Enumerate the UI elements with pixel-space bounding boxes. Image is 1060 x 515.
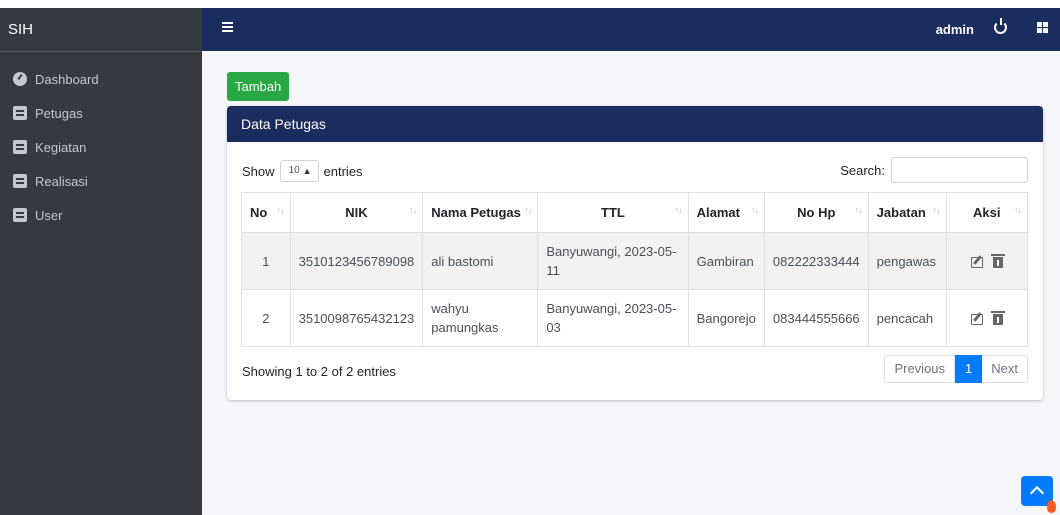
sidebar-nav: Dashboard Petugas Kegiatan Realisasi Use… [0,52,202,232]
cell-nama: ali bastomi [422,232,539,290]
column-header-aksi[interactable]: Aksi ↑↓ [945,192,1029,233]
sidebar: SIH Dashboard Petugas Kegiatan Realisasi… [0,8,202,515]
document-icon [13,140,27,154]
dashboard-icon [13,72,27,86]
grid-icon[interactable] [1037,22,1048,33]
sidebar-item-realisasi[interactable]: Realisasi [0,164,202,198]
trash-icon[interactable] [990,253,1005,268]
edit-icon[interactable] [970,313,983,325]
cell-ttl: Banyuwangi, 2023-05-11 [537,232,689,290]
column-header-ttl[interactable]: TTL ↑↓ [537,192,689,233]
table-controls: Show 10 ▲ entries Search: [227,142,1043,192]
sort-icon: ↑↓ [524,205,532,215]
table-header-row: No ↑↓ NIK ↑↓ Nama Petugas ↑↓ TTL ↑↓ Alamat ↑↓… [241,192,1029,233]
cell-no: 2 [241,289,291,347]
sidebar-item-label: Petugas [35,105,83,121]
table-row: 2 3510098765432123 wahyu pamungkas Banyu… [241,289,1029,347]
brand-logo[interactable]: SIH [0,8,202,52]
length-control: Show 10 ▲ entries [242,160,363,182]
entries-select-value: 10 [288,165,300,176]
entries-select[interactable]: 10 ▲ [279,160,319,182]
cell-ttl: Banyuwangi, 2023-05-03 [537,289,689,347]
page-1-button[interactable]: 1 [955,355,983,383]
sidebar-item-kegiatan[interactable]: Kegiatan [0,130,202,164]
table-info: Showing 1 to 2 of 2 entries [242,364,396,379]
sort-icon: ↑↓ [854,205,863,215]
column-header-alamat[interactable]: Alamat ↑↓ [687,192,765,233]
add-button[interactable]: Tambah [227,72,290,101]
document-icon [13,106,27,120]
menu-icon[interactable] [222,22,233,32]
flame-icon [1047,500,1056,513]
search-label: Search: [840,162,885,178]
petugas-table: No ↑↓ NIK ↑↓ Nama Petugas ↑↓ TTL ↑↓ Alamat ↑↓… [241,192,1029,347]
cell-alamat: Gambiran [687,232,765,290]
select-caret-icon: ▲ [302,166,312,176]
sort-icon: ↑↓ [750,205,759,215]
column-header-no[interactable]: No ↑↓ [241,192,291,233]
cell-jabatan: pencacah [867,289,947,347]
data-card: Data Petugas Show 10 ▲ entries Search: N… [227,106,1043,400]
edit-icon[interactable] [970,256,983,268]
pagination: Previous 1 Next [884,355,1028,383]
sidebar-item-label: Dashboard [35,71,99,87]
sort-icon: ↑↓ [1014,205,1022,215]
trash-icon[interactable] [990,310,1005,325]
table-row: 1 3510123456789098 ali bastomi Banyuwang… [241,232,1029,290]
sidebar-item-label: User [35,207,63,223]
entries-label: entries [323,163,363,179]
cell-nik: 3510123456789098 [289,232,424,290]
sort-icon: ↑↓ [674,205,683,215]
topbar: admin [202,8,1060,51]
cell-jabatan: pengawas [867,232,947,290]
sidebar-item-petugas[interactable]: Petugas [0,96,202,130]
show-label: Show [242,163,275,179]
previous-button[interactable]: Previous [884,355,956,383]
cell-alamat: Bangorejo [687,289,765,347]
next-button[interactable]: Next [982,355,1028,383]
sidebar-item-label: Realisasi [35,173,88,189]
column-header-nohp[interactable]: No Hp ↑↓ [763,192,869,233]
cell-aksi [945,289,1029,347]
power-icon[interactable] [994,18,1007,34]
cell-hp: 083444555666 [763,289,869,347]
sidebar-item-label: Kegiatan [35,139,87,155]
column-header-jabatan[interactable]: Jabatan ↑↓ [867,192,947,233]
sort-icon: ↑↓ [276,205,285,215]
sort-icon: ↑↓ [409,205,417,215]
cell-nama: wahyu pamungkas [422,289,539,347]
document-icon [13,208,27,222]
document-icon [13,174,27,188]
cell-no: 1 [241,232,291,290]
cell-aksi [945,232,1029,290]
user-name[interactable]: admin [936,22,974,37]
column-header-nik[interactable]: NIK ↑↓ [289,192,424,233]
card-title: Data Petugas [227,106,1043,142]
sort-icon: ↑↓ [932,205,941,215]
column-header-nama[interactable]: Nama Petugas ↑↓ [422,192,539,233]
search-control: Search: [840,157,1028,183]
cell-nik: 3510098765432123 [289,289,424,347]
sidebar-item-user[interactable]: User [0,198,202,232]
search-input[interactable] [891,157,1028,183]
sidebar-item-dashboard[interactable]: Dashboard [0,62,202,96]
top-strip [0,0,1060,8]
cell-hp: 082222333444 [763,232,869,290]
